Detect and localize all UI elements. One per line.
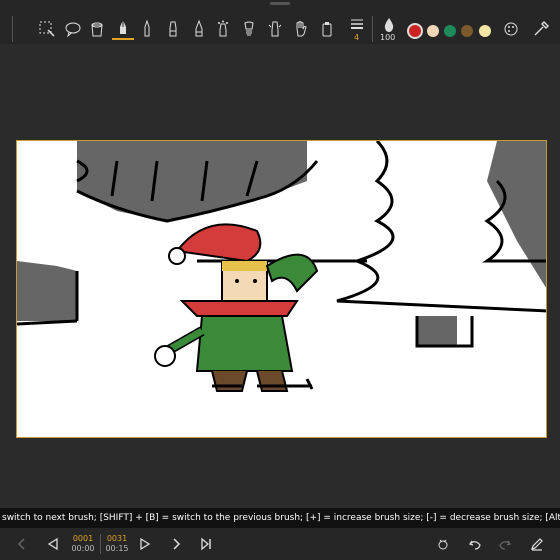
- edit-pencil-icon[interactable]: [527, 534, 547, 554]
- total-frame-number: 0031: [106, 534, 128, 543]
- lasso-select-icon[interactable]: [36, 18, 58, 40]
- onion-skin-icon[interactable]: [433, 534, 453, 554]
- palette-icon[interactable]: [500, 18, 522, 40]
- brush-icon[interactable]: [188, 18, 210, 40]
- airbrush-icon[interactable]: [212, 18, 234, 40]
- toolbar-grip[interactable]: [270, 2, 290, 5]
- total-frame-time: 00:15: [105, 544, 129, 553]
- brush-size-value: 4: [354, 33, 360, 42]
- canvas-area[interactable]: [0, 44, 560, 508]
- bottom-timeline-bar: 0001 00:00 0031 00:15: [0, 528, 560, 560]
- previous-frame-icon[interactable]: [43, 534, 63, 554]
- play-icon[interactable]: [135, 534, 155, 554]
- sticky-icon[interactable]: [316, 18, 338, 40]
- color-swatch[interactable]: [479, 25, 491, 37]
- undo-icon[interactable]: [465, 534, 485, 554]
- pencil-icon[interactable]: [136, 18, 158, 40]
- color-swatch[interactable]: [427, 25, 439, 37]
- toolbar-separator: [372, 16, 373, 42]
- redo-icon[interactable]: [495, 534, 515, 554]
- last-frame-icon[interactable]: [196, 534, 216, 554]
- hand-icon[interactable]: [290, 18, 312, 40]
- chevron-left-icon[interactable]: [12, 534, 32, 554]
- toolbar-separator: [12, 16, 13, 42]
- opacity-value: 100: [380, 33, 396, 42]
- marker-icon[interactable]: [162, 18, 184, 40]
- color-swatch[interactable]: [444, 25, 456, 37]
- chevron-right-icon[interactable]: [166, 534, 186, 554]
- pen-tool-icon[interactable]: [112, 18, 134, 40]
- color-swatch[interactable]: [461, 25, 473, 37]
- eraser-icon[interactable]: [264, 18, 286, 40]
- drawing-artwork: [17, 141, 546, 437]
- bucket-icon[interactable]: [86, 18, 108, 40]
- total-frame-counter: 0031 00:15: [102, 534, 132, 554]
- current-frame-time: 00:00: [71, 544, 95, 553]
- drawing-canvas[interactable]: [16, 140, 547, 438]
- top-toolbar: 4 100: [0, 0, 560, 44]
- color-swatch-selected[interactable]: [407, 23, 423, 39]
- current-frame-counter: 0001 00:00: [68, 534, 98, 554]
- current-frame-number: 0001: [72, 534, 94, 543]
- status-bar: switch to next brush; [SHIFT] + [B] = sw…: [0, 508, 560, 528]
- smudge-icon[interactable]: [238, 18, 260, 40]
- eyedropper-icon[interactable]: [530, 18, 552, 40]
- speech-bubble-icon[interactable]: [62, 18, 84, 40]
- timeline-separator: [100, 534, 101, 554]
